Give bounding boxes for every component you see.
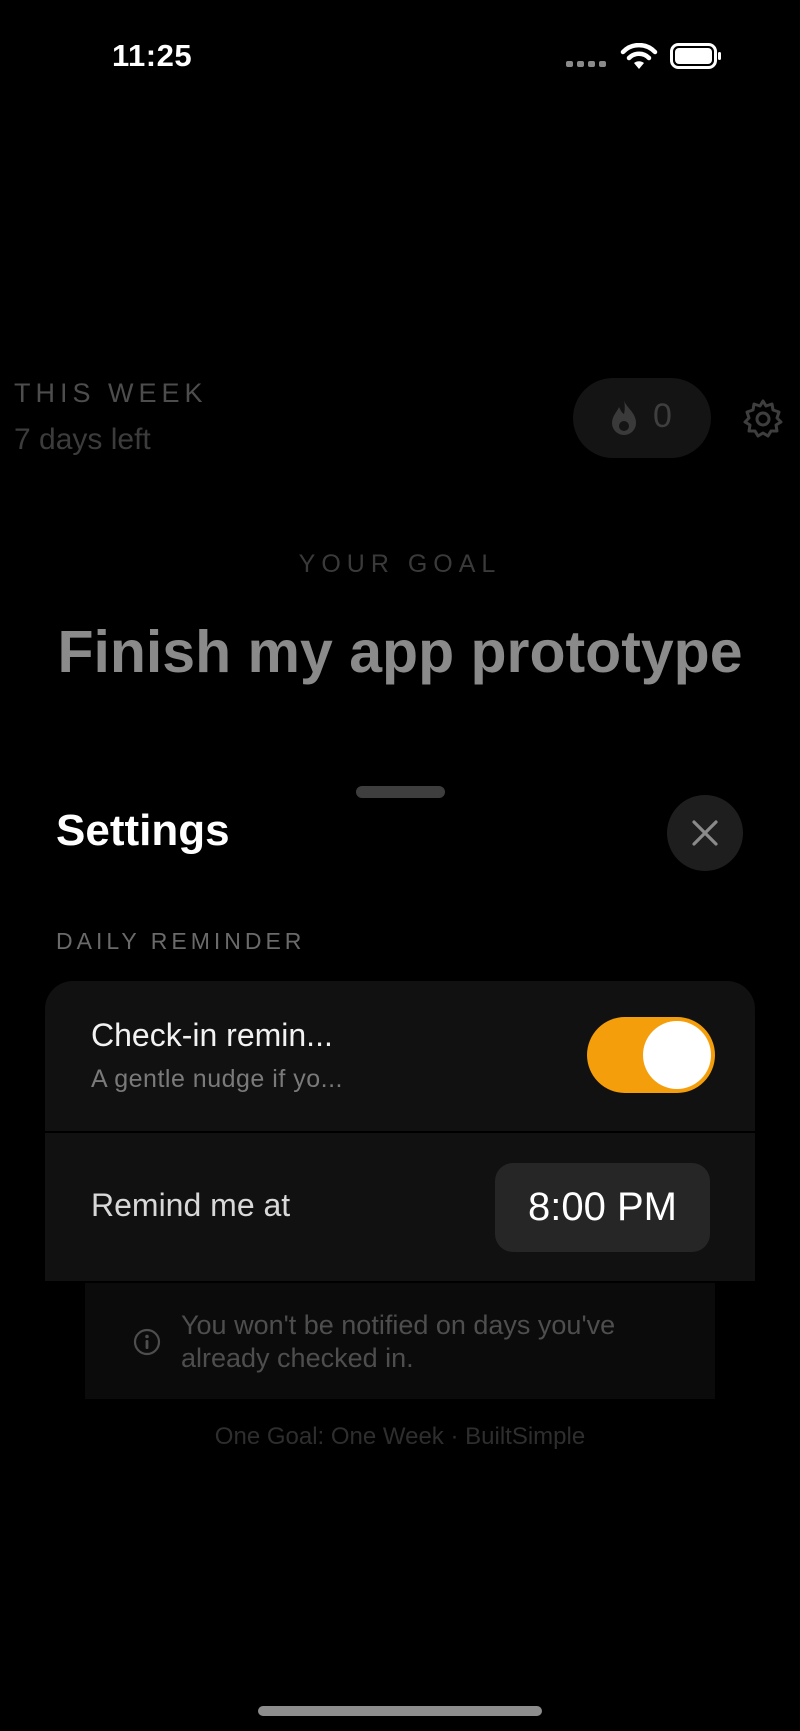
footer-text: One Goal: One Week · BuiltSimple: [214, 1423, 586, 1450]
goal-title: Finish my app prototype: [57, 619, 743, 685]
close-icon: [692, 820, 718, 846]
reminder-row-subtitle: A gentle nudge if yo...: [91, 1065, 343, 1093]
home-indicator[interactable]: [258, 1706, 542, 1716]
streak-badge: [573, 378, 711, 458]
reminder-row-title: Check-in remin...: [91, 1017, 333, 1053]
toggle-knob: [643, 1021, 711, 1089]
sheet-title: Settings: [56, 806, 230, 855]
battery-icon: [670, 43, 721, 69]
wifi-icon: [620, 43, 658, 69]
remind-time-label: Remind me at: [91, 1187, 291, 1223]
status-time: 11:25: [112, 38, 193, 73]
days-left-text: 7 days left: [14, 423, 151, 456]
gear-icon: [743, 399, 783, 438]
cellular-signal-icon: [566, 61, 606, 67]
close-button[interactable]: [667, 795, 743, 871]
time-picker-button[interactable]: 8:00 PM: [495, 1163, 710, 1252]
week-label: THIS WEEK: [14, 378, 208, 408]
info-icon: [133, 1328, 161, 1356]
flame-icon: [612, 400, 636, 435]
sheet-grabber[interactable]: [356, 786, 445, 798]
goal-label: YOUR GOAL: [298, 550, 502, 578]
streak-count: 0: [653, 397, 672, 435]
divider: [45, 1131, 755, 1133]
section-header-daily-reminder: DAILY REMINDER: [56, 928, 306, 954]
info-text: You won't be notified on days you've alr…: [181, 1310, 616, 1373]
